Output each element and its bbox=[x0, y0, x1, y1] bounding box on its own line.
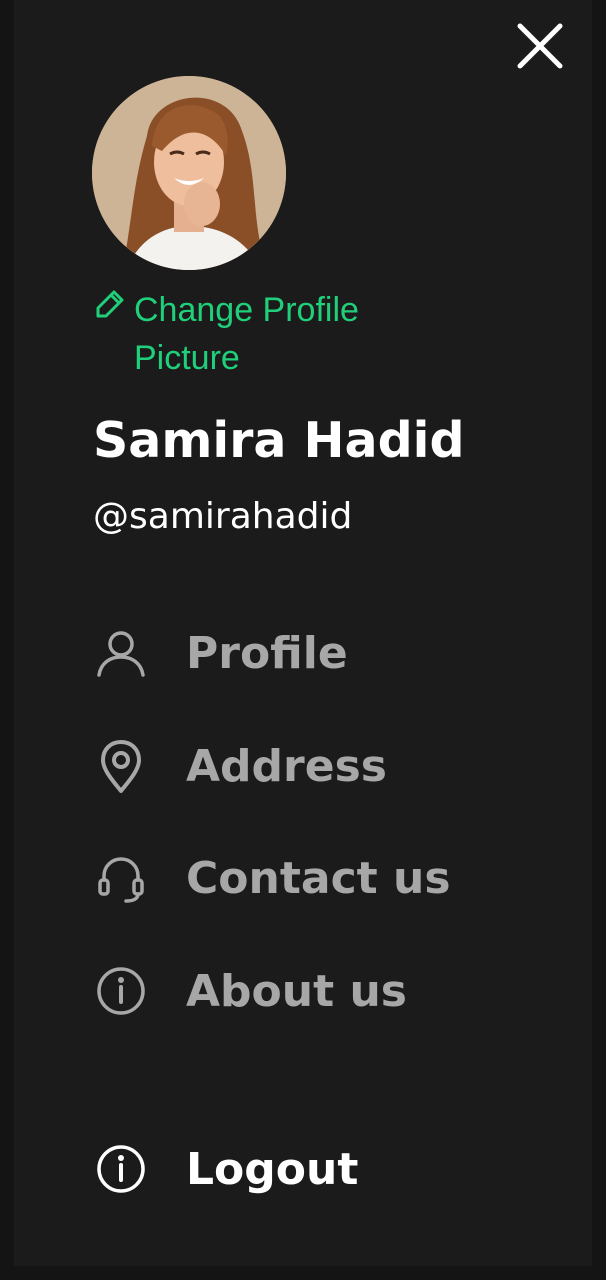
menu-item-address[interactable]: Address bbox=[92, 734, 532, 798]
side-drawer: Change Profile Picture Samira Hadid @sam… bbox=[14, 0, 592, 1266]
menu-item-label: About us bbox=[186, 965, 407, 1017]
menu-item-about-us[interactable]: About us bbox=[92, 959, 532, 1023]
change-profile-picture-link[interactable]: Change Profile Picture bbox=[94, 286, 454, 382]
menu-item-profile[interactable]: Profile bbox=[92, 621, 532, 685]
info-icon bbox=[92, 1140, 150, 1198]
avatar-photo bbox=[92, 76, 286, 270]
user-handle: @samirahadid bbox=[93, 496, 353, 537]
menu-item-label: Address bbox=[186, 740, 387, 792]
user-icon bbox=[92, 624, 150, 682]
headset-icon bbox=[92, 849, 150, 907]
menu-item-label: Profile bbox=[186, 627, 348, 679]
logout-label: Logout bbox=[186, 1143, 359, 1195]
close-button[interactable] bbox=[514, 20, 570, 76]
menu-item-label: Contact us bbox=[186, 852, 451, 904]
info-icon bbox=[92, 962, 150, 1020]
avatar[interactable] bbox=[92, 76, 286, 270]
location-pin-icon bbox=[92, 737, 150, 795]
change-profile-picture-label: Change Profile Picture bbox=[134, 291, 359, 377]
close-icon bbox=[517, 23, 563, 69]
user-name: Samira Hadid bbox=[93, 412, 465, 469]
edit-icon bbox=[94, 286, 134, 326]
logout-button[interactable]: Logout bbox=[92, 1137, 532, 1201]
menu-item-contact-us[interactable]: Contact us bbox=[92, 846, 532, 910]
